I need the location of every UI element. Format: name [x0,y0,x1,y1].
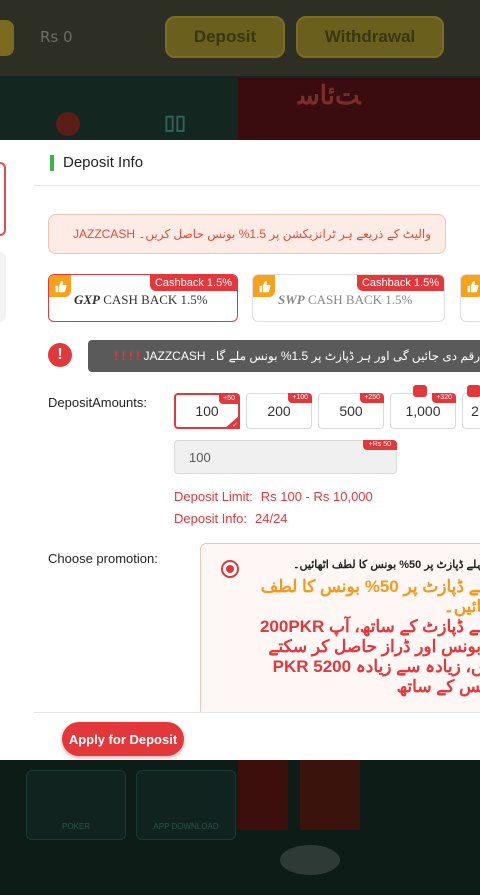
deposit-info-label: Deposit Info: [174,511,247,526]
deposit-limit-label: Deposit Limit: [174,489,253,504]
app-download-tile[interactable]: APP DOWNLOAD [136,770,236,840]
channel-card-gxp[interactable]: Cashback 1.5% GXP CASH BACK 1.5% [48,274,238,322]
modal-header: Deposit Info [34,140,480,186]
deposit-limit: Deposit Limit: Rs 100 - Rs 10,000 [174,489,373,504]
amount-option[interactable]: +50 100 [174,393,240,429]
ticker-text: رقم دی جائیں گی اور ہر ڈپازٹ پر 1.5% بون… [143,349,480,363]
ticker-marks: ! ! ! ! [114,349,141,363]
alert-icon: ! [48,343,72,367]
slots-icon: ▯▯ [164,112,187,134]
channel-code: GXP [74,292,100,307]
amount-option[interactable]: 2 [462,385,480,429]
channel-card-more[interactable] [460,274,480,322]
thumbs-up-icon [49,275,71,297]
amount-value: 500 [339,403,363,419]
poker-tile-label: POKER [61,822,90,831]
menu-toggle[interactable] [0,20,14,56]
announcement-ticker: رقم دی جائیں گی اور ہر ڈپازٹ پر 1.5% بون… [88,340,480,372]
withdraw-button[interactable]: Withdrawal [296,16,444,58]
promo-banner[interactable]: ﺖﺋﺎﺳ [238,78,480,146]
cashback-badge: Cashback 1.5% [149,275,237,291]
top-bar: Rs 0 Deposit Withdrawal [0,0,480,76]
deposit-limit-value: Rs 100 - Rs 10,000 [260,489,373,504]
amount-value: 100 [195,403,219,419]
promotion-label: Choose promotion: [48,551,158,566]
channel-name: SWP CASH BACK 1.5% [278,292,412,308]
amount-bonus: +50 [219,394,239,404]
cashback-badge: Cashback 1.5% [356,275,444,291]
amount-bonus-tag: +Rs 50 [362,440,397,450]
promotion-radio[interactable] [221,560,239,578]
amount-value: 2 [471,403,479,419]
amount-input[interactable]: 100 +Rs 50 [174,440,397,474]
channel-card-swp[interactable]: Cashback 1.5% SWP CASH BACK 1.5% [252,274,445,322]
promotion-title: 2- پہلے ڈپازٹ پر 50% بونس کا لطف اٹھائیں… [293,559,480,571]
deposit-modal: Deposit Info والیٹ کے ذریعے ہر ٹرانزیکشن… [34,140,480,760]
modal-title: Deposit Info [63,154,144,171]
promotion-text: 2- پہلے ڈپازٹ پر 50% بونس کا لطف اٹھائیں… [249,558,480,697]
channel-suffix: CASH BACK 1.5% [307,292,413,307]
payment-method-item[interactable] [0,252,6,322]
modal-footer: Apply for Deposit [34,712,480,760]
amounts-label: DepositAmounts: [48,395,147,410]
banner-art: ﺖﺋﺎﺳ [298,80,361,110]
nav-icon[interactable] [280,845,340,875]
amount-bonus: +250 [360,393,384,403]
game-tile[interactable] [238,760,288,830]
amount-value: 1,000 [405,403,441,419]
channel-suffix: CASH BACK 1.5% [103,292,208,307]
amount-bonus: +320 [432,393,456,403]
gift-icon [467,385,480,397]
gift-icon [413,385,427,397]
thumbs-up-icon [461,275,480,297]
thumbs-up-icon [253,275,275,297]
channel-name: GXP CASH BACK 1.5% [74,292,208,308]
title-accent [50,154,54,171]
bonus-notice: والیٹ کے ذریعے ہر ٹرانزیکشن پر 1.5% بونس… [48,214,446,254]
deposit-info-value: 24/24 [255,511,288,526]
poker-tile[interactable]: POKER [26,770,126,840]
payment-method-selected[interactable] [0,162,6,236]
game-tile[interactable] [300,760,360,830]
promotion-details: پہلے ڈپازٹ کے ساتھ، آپ 200PKR کا بونس او… [259,617,480,696]
amount-value: 200 [267,403,291,419]
selected-check-icon [224,415,240,429]
app-download-label: APP DOWNLOAD [153,822,219,831]
amount-option[interactable]: +320 1,000 [390,385,456,429]
promotion-headline: پہلے ڈپازٹ پر 50% بونس کا لطف اٹھائیں۔ [260,577,480,616]
channel-code: SWP [278,292,305,307]
deposit-info: Deposit Info: 24/24 [174,511,288,526]
apply-deposit-button[interactable]: Apply for Deposit [62,722,184,756]
amount-option[interactable]: +250 500 [318,393,384,429]
deposit-button[interactable]: Deposit [165,16,285,58]
balance-text: Rs 0 [40,28,73,46]
amount-bonus: +100 [288,393,312,403]
promotion-card[interactable]: 2- پہلے ڈپازٹ پر 50% بونس کا لطف اٹھائیں… [200,543,480,733]
amount-input-value: 100 [189,449,211,465]
amount-option[interactable]: +100 200 [246,393,312,429]
hot-icon [56,112,80,136]
